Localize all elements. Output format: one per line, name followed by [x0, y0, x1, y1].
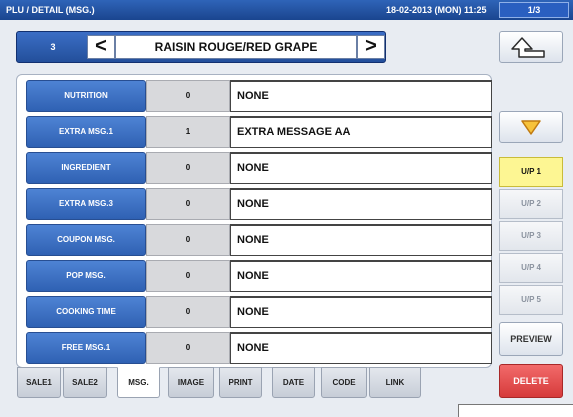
tab-sale2[interactable]: SALE2	[63, 367, 107, 398]
row-count[interactable]: 0	[146, 224, 230, 256]
status-box	[458, 404, 573, 417]
message-row: FREE MSG.1 0 NONE	[26, 331, 500, 365]
return-button[interactable]	[499, 31, 563, 63]
tab-date[interactable]: DATE	[272, 367, 315, 398]
row-label-button[interactable]: EXTRA MSG.1	[26, 116, 146, 148]
row-value[interactable]: NONE	[230, 188, 492, 220]
tab-code[interactable]: CODE	[321, 367, 367, 398]
message-row: POP MSG. 0 NONE	[26, 259, 500, 293]
window-title: PLU / DETAIL (MSG.)	[6, 5, 95, 15]
message-detail-panel: NUTRITION 0 NONE EXTRA MSG.1 1 EXTRA MESSAGE …	[16, 74, 492, 368]
row-value[interactable]: NONE	[230, 80, 492, 112]
tab-image[interactable]: IMAGE	[168, 367, 214, 398]
message-row: COOKING TIME 0 NONE	[26, 295, 500, 329]
preview-button[interactable]: PREVIEW	[499, 322, 563, 356]
up-page-button-2[interactable]: U/P 2	[499, 189, 563, 219]
scroll-down-button[interactable]	[499, 111, 563, 143]
tab-link[interactable]: LINK	[369, 367, 421, 398]
plu-navigation-bar: 3 < RAISIN ROUGE/RED GRAPE >	[16, 31, 386, 63]
title-bar: PLU / DETAIL (MSG.) 18-02-2013 (MON) 11:…	[0, 0, 573, 20]
tab-print[interactable]: PRINT	[219, 367, 262, 398]
row-label-button[interactable]: COOKING TIME	[26, 296, 146, 328]
row-count[interactable]: 0	[146, 80, 230, 112]
plu-name-text: RAISIN ROUGE/RED GRAPE	[154, 40, 318, 54]
row-value[interactable]: NONE	[230, 152, 492, 184]
row-count[interactable]: 0	[146, 152, 230, 184]
up-page-button-5[interactable]: U/P 5	[499, 285, 563, 315]
row-value[interactable]: NONE	[230, 332, 492, 364]
tab-sale1[interactable]: SALE1	[17, 367, 61, 398]
return-arrow-icon	[511, 37, 545, 58]
up-page-button-3[interactable]: U/P 3	[499, 221, 563, 251]
message-row: COUPON MSG. 0 NONE	[26, 223, 500, 257]
triangle-down-icon	[521, 120, 541, 135]
row-value[interactable]: EXTRA MESSAGE AA	[230, 116, 492, 148]
datetime-display: 18-02-2013 (MON) 11:25	[386, 5, 487, 15]
row-count[interactable]: 0	[146, 332, 230, 364]
row-label-button[interactable]: EXTRA MSG.3	[26, 188, 146, 220]
message-row: NUTRITION 0 NONE	[26, 79, 500, 113]
plu-number[interactable]: 3	[23, 32, 83, 62]
row-label-button[interactable]: POP MSG.	[26, 260, 146, 292]
plu-name-field[interactable]: RAISIN ROUGE/RED GRAPE	[115, 35, 357, 59]
row-value[interactable]: NONE	[230, 224, 492, 256]
row-count[interactable]: 0	[146, 296, 230, 328]
tab-msg[interactable]: MSG.	[117, 367, 160, 398]
next-plu-button[interactable]: >	[357, 35, 385, 59]
row-label-button[interactable]: NUTRITION	[26, 80, 146, 112]
row-count[interactable]: 1	[146, 116, 230, 148]
row-count[interactable]: 0	[146, 260, 230, 292]
page-indicator: 1/3	[499, 2, 569, 18]
row-label-button[interactable]: FREE MSG.1	[26, 332, 146, 364]
up-page-button-1[interactable]: U/P 1	[499, 157, 563, 187]
row-label-button[interactable]: INGREDIENT	[26, 152, 146, 184]
message-row: EXTRA MSG.1 1 EXTRA MESSAGE AA	[26, 115, 500, 149]
row-value[interactable]: NONE	[230, 260, 492, 292]
up-page-button-4[interactable]: U/P 4	[499, 253, 563, 283]
message-row: EXTRA MSG.3 0 NONE	[26, 187, 500, 221]
row-value[interactable]: NONE	[230, 296, 492, 328]
message-row: INGREDIENT 0 NONE	[26, 151, 500, 185]
row-label-button[interactable]: COUPON MSG.	[26, 224, 146, 256]
previous-plu-button[interactable]: <	[87, 35, 115, 59]
row-count[interactable]: 0	[146, 188, 230, 220]
delete-button[interactable]: DELETE	[499, 364, 563, 398]
